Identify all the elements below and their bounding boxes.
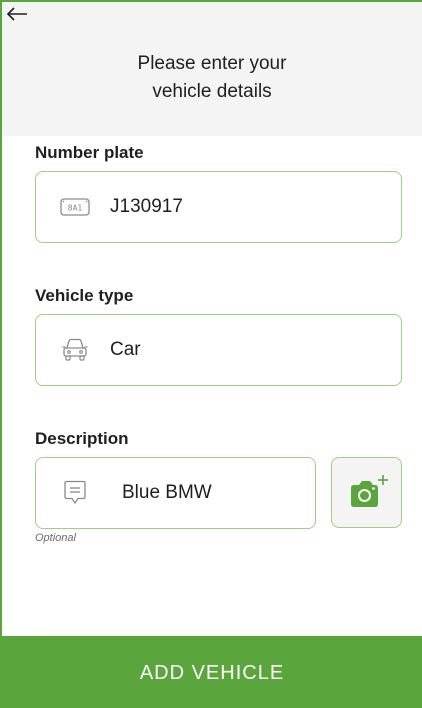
vehicle-type-value: Car (110, 339, 141, 360)
description-value: Blue BMW (122, 482, 212, 503)
number-plate-value: J130917 (110, 196, 183, 217)
description-optional-hint: Optional (35, 532, 76, 544)
camera-add-icon (350, 474, 388, 507)
description-field[interactable]: Blue BMW (35, 457, 316, 529)
page-title-line-2: vehicle details (152, 81, 272, 102)
description-label: Description (35, 429, 129, 448)
vehicle-type-label: Vehicle type (35, 286, 134, 305)
comment-icon (60, 478, 90, 508)
header: Please enter your vehicle details (2, 2, 422, 136)
back-button[interactable] (6, 6, 40, 40)
vehicle-type-field[interactable]: Car (35, 314, 402, 386)
license-plate-icon: 8A1 (60, 192, 90, 222)
arrow-left-icon (6, 7, 27, 21)
number-plate-label: Number plate (35, 143, 144, 162)
license-plate-icon-text: 8A1 (68, 204, 83, 213)
number-plate-field[interactable]: 8A1 J130917 (35, 171, 402, 243)
page-title: Please enter your vehicle details (2, 50, 422, 106)
vehicle-details-screen: Please enter your vehicle details Number… (0, 0, 422, 708)
car-icon (60, 335, 90, 365)
page-title-line-1: Please enter your (137, 53, 287, 74)
add-vehicle-button[interactable]: ADD VEHICLE (2, 636, 422, 708)
add-photo-button[interactable] (331, 457, 402, 528)
